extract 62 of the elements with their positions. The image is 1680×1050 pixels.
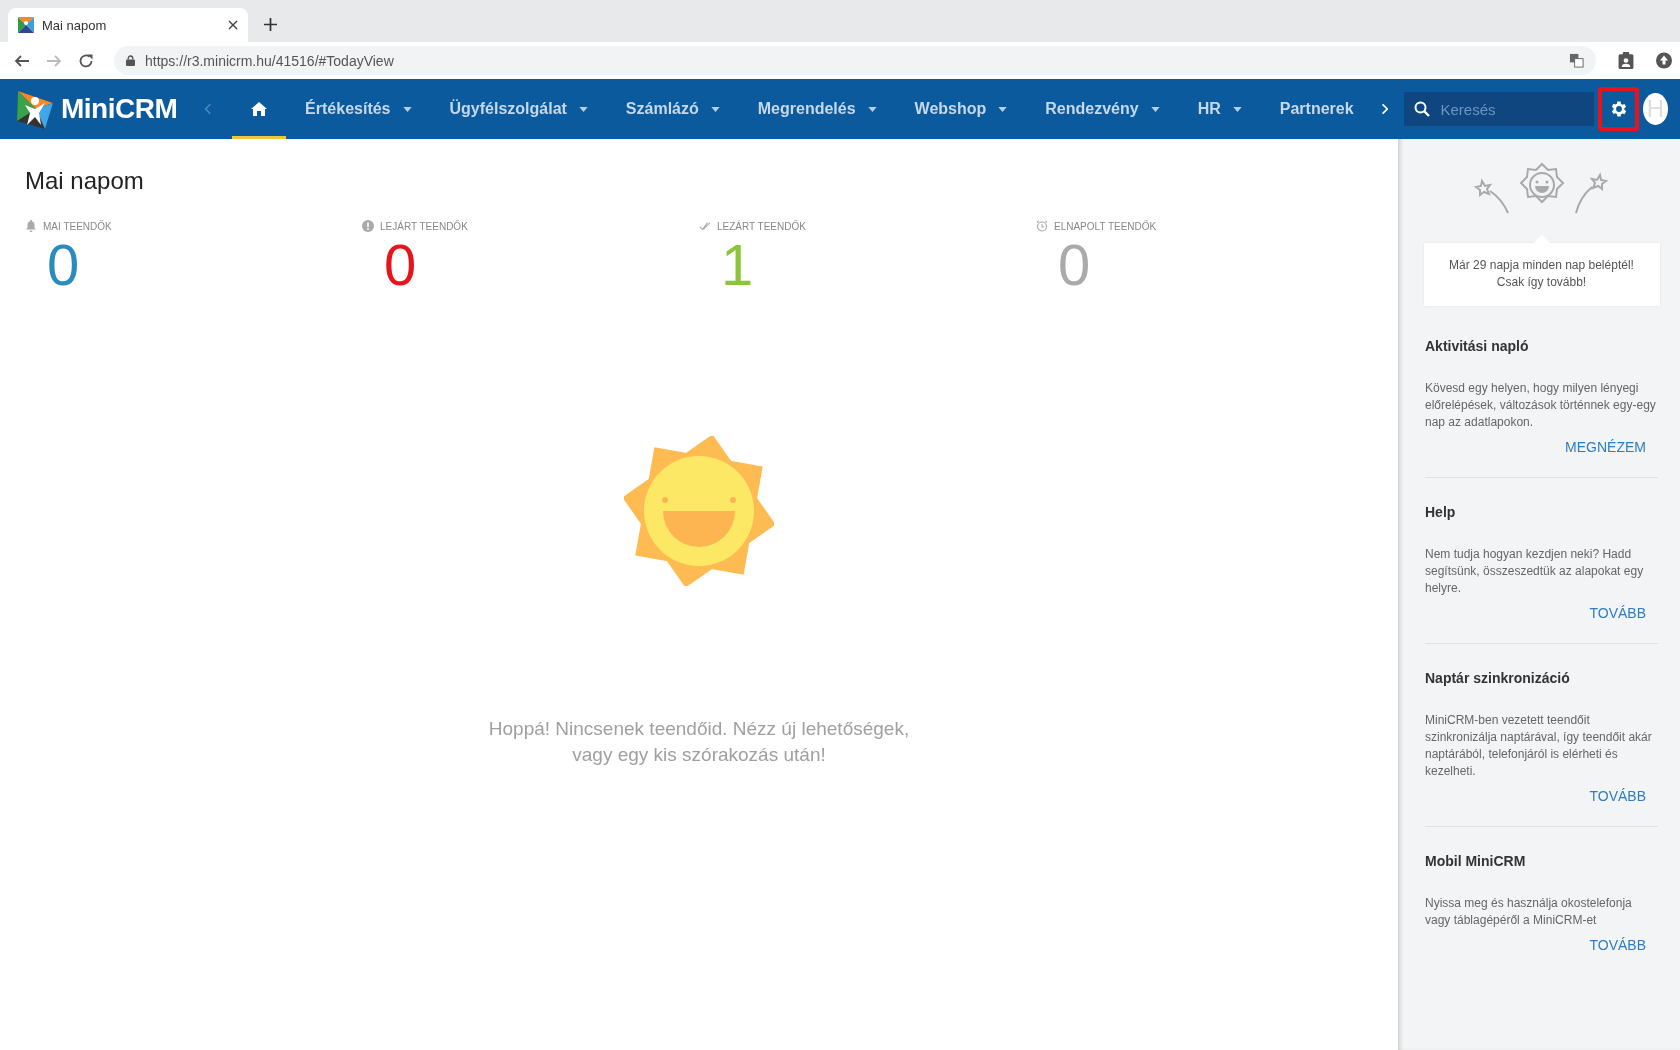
stat-label: ELNAPOLT TEENDŐK bbox=[1054, 220, 1157, 232]
stat-label: LEZÁRT TEENDŐK bbox=[717, 220, 806, 232]
home-icon bbox=[251, 102, 268, 116]
caret-icon bbox=[1150, 106, 1160, 112]
section-title: Mobil MiniCRM bbox=[1425, 853, 1527, 870]
clipboard-icon[interactable] bbox=[1618, 52, 1634, 69]
caret-icon bbox=[578, 106, 588, 112]
tab-title: Mai napom bbox=[42, 17, 108, 33]
settings-button[interactable] bbox=[1598, 87, 1639, 131]
caret-icon bbox=[1232, 106, 1242, 112]
nav-menu-item[interactable]: Ügyfélszolgálat bbox=[430, 79, 607, 139]
stat-value: 0 bbox=[384, 236, 418, 294]
section-description: Kövesd egy helyen, hogy milyen lényegi előrelépések, változások történnek egy-egy nap az adatlapokon. bbox=[1425, 379, 1657, 431]
caret-icon bbox=[867, 106, 877, 112]
close-icon[interactable] bbox=[228, 20, 238, 30]
translate-icon[interactable] bbox=[1569, 53, 1584, 68]
exclamation-icon bbox=[362, 220, 374, 232]
section-title: Help bbox=[1425, 503, 1457, 520]
stat-label: LEJÁRT TEENDŐK bbox=[380, 220, 468, 232]
nav-menu-item[interactable]: Értékesítés bbox=[286, 79, 431, 139]
section-link[interactable]: TOVÁBB bbox=[1589, 788, 1646, 805]
upload-icon[interactable] bbox=[1656, 52, 1672, 69]
logo-text: MiniCRM bbox=[61, 93, 178, 125]
caret-icon bbox=[402, 106, 412, 112]
logo-icon bbox=[18, 17, 34, 33]
caret-icon bbox=[710, 106, 720, 112]
streak-message: Már 29 napja minden nap beléptél! Csak így tovább! bbox=[1448, 257, 1635, 292]
chevron-right-icon[interactable] bbox=[1380, 101, 1389, 117]
search-icon bbox=[1414, 101, 1431, 117]
nav-menu-item[interactable]: Számlázó bbox=[606, 79, 739, 139]
nav-menu-item[interactable]: Megrendelés bbox=[738, 79, 896, 139]
section-link[interactable]: MEGNÉZEM bbox=[1565, 438, 1646, 455]
alarm-clock-icon bbox=[1036, 220, 1048, 232]
stat-value: 0 bbox=[47, 236, 81, 294]
address-bar[interactable]: https://r3.minicrm.hu/41516/#TodayView bbox=[114, 46, 1596, 75]
search-field[interactable]: Keresés bbox=[1404, 92, 1595, 126]
section-description: Nem tudja hogyan kezdjen neki? Hadd segítsünk, összeszedtük az alapokat egy helyre. bbox=[1425, 545, 1645, 597]
bell-icon bbox=[25, 220, 37, 232]
stat-label: MAI TEENDŐK bbox=[43, 220, 112, 232]
lock-icon bbox=[126, 55, 135, 66]
double-check-icon bbox=[699, 220, 711, 232]
page-title: Mai napom bbox=[25, 167, 145, 195]
reload-icon[interactable] bbox=[78, 52, 94, 69]
caret-icon bbox=[998, 106, 1008, 112]
section-title: Naptár szinkronizáció bbox=[1425, 669, 1571, 686]
new-tab-icon[interactable] bbox=[264, 18, 277, 31]
section-link[interactable]: TOVÁBB bbox=[1589, 604, 1646, 621]
stat-value: 1 bbox=[721, 236, 755, 294]
back-icon[interactable] bbox=[14, 52, 30, 69]
section-title: Aktivitási napló bbox=[1425, 337, 1530, 354]
nav-menu-item[interactable]: Webshop bbox=[895, 79, 1027, 139]
nav-menu-item[interactable]: HR bbox=[1178, 79, 1261, 139]
section-description: Nyissa meg és használja okostelefonja vagy táblagépéről a MiniCRM-et bbox=[1425, 895, 1633, 930]
url-text: https://r3.minicrm.hu/41516/#TodayView bbox=[145, 52, 395, 69]
logo-icon bbox=[15, 89, 55, 129]
browser-tab[interactable]: Mai napom bbox=[8, 8, 248, 42]
nav-menu-item[interactable]: Rendezvény bbox=[1026, 79, 1179, 139]
empty-state-message: Hoppá! Nincsenek teendőid. Nézz új lehetőségek, vagy egy kis szórakozás után! bbox=[487, 717, 911, 767]
nav-menu-item[interactable]: Partnerek bbox=[1260, 79, 1373, 139]
section-description: MiniCRM-ben vezetett teendőit szinkronizálja naptárával, így teendőit akár naptárából, telefonjáról is elérheti és kezelheti. bbox=[1425, 711, 1653, 781]
stat-value: 0 bbox=[1058, 236, 1092, 294]
section-link[interactable]: TOVÁBB bbox=[1589, 937, 1646, 954]
